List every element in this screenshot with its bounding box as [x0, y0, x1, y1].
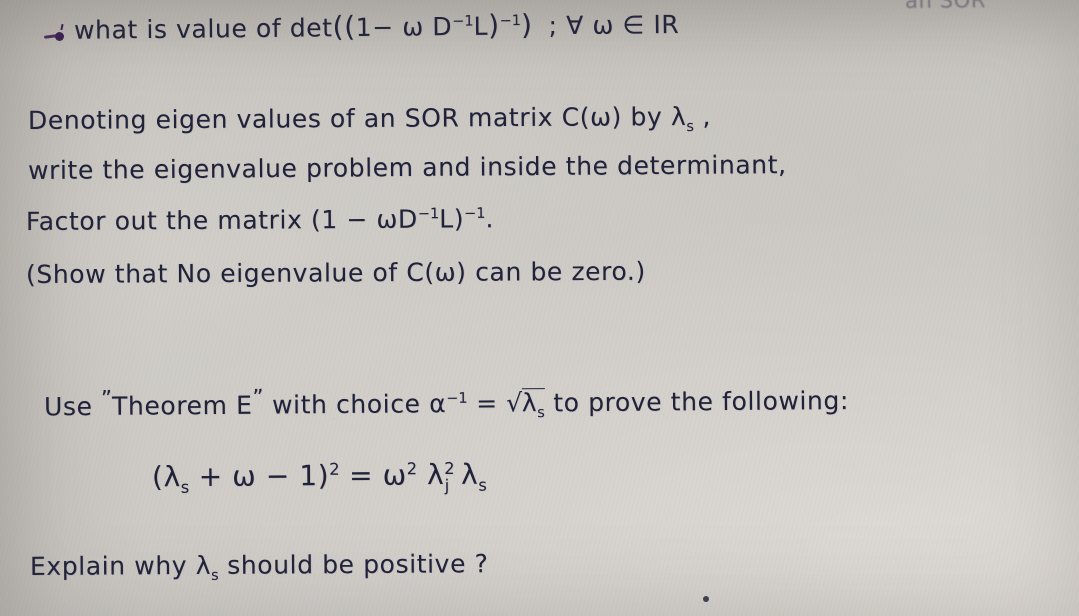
- question-close-paren: ): [487, 8, 500, 42]
- sqrt-lambda: λ: [521, 388, 538, 418]
- question-inner-exponent: −1: [452, 13, 474, 30]
- equation-rhs-lambda-j: λ: [426, 458, 445, 492]
- question-open-parens: ((: [332, 10, 356, 44]
- explain-prefix-text: Explain why λ: [29, 550, 212, 581]
- equation-lhs-open: (λ: [151, 460, 181, 494]
- denoting-trailing-comma: ,: [693, 101, 712, 131]
- equation-rhs-lambda-j-subscript: j: [444, 475, 450, 495]
- equation-rhs-omega: ω: [382, 458, 407, 492]
- equation-lhs-middle: + ω − 1): [189, 459, 330, 494]
- sqrt-lambda-subscript: s: [537, 405, 545, 422]
- quote-close-glyph: ”: [252, 385, 264, 411]
- question-quantifier: ; ∀ ω ∈ IR: [548, 9, 680, 41]
- denoting-text: Denoting eigen values of an SOR matrix C…: [27, 101, 687, 135]
- question-inner-matrix-l: L: [473, 11, 489, 41]
- use-equals-sign: =: [467, 388, 507, 419]
- line-equation-to-prove: (λs + ω − 1)2 = ω2 λ2j λs: [151, 458, 487, 497]
- use-prefix-text: Use: [43, 391, 102, 422]
- sqrt-overbar: λs: [521, 388, 545, 422]
- denoting-lambda-subscript: s: [686, 118, 694, 135]
- stray-ink-dot: [703, 596, 709, 602]
- question-inner-expression: 1− ω D: [355, 12, 453, 43]
- factor-trailing-period: .: [485, 204, 495, 234]
- factor-exponent-inner: −1: [417, 206, 440, 223]
- square-root-group: √λs: [506, 388, 545, 421]
- question-end-paren: ): [520, 8, 533, 42]
- line-question-determinant: what is value of det((1− ω D−1L)−1); ∀ ω…: [44, 8, 680, 45]
- equation-rhs-lambda-s-subscript: s: [478, 475, 487, 495]
- cropped-header-text: an SOR: [904, 0, 987, 13]
- equation-lhs-lambda-subscript: s: [180, 477, 190, 497]
- sqrt-radical-icon: √: [506, 388, 523, 418]
- line-show-no-zero-eigenvalue: (Show that No eigenvalue of C(ω) can be …: [25, 256, 646, 289]
- equation-rhs-lambda-s: λ: [460, 458, 479, 492]
- equation-equals-sign: =: [339, 458, 383, 493]
- use-tail-text: to prove the following:: [544, 386, 850, 418]
- line-denoting-eigenvalues: Denoting eigen values of an SOR matrix C…: [27, 101, 712, 139]
- question-prefix-text: what is value of det: [73, 13, 333, 45]
- handwritten-note-page: an SOR what is value of det((1− ω D−1L)−…: [0, 0, 1079, 616]
- factor-exponent-outer: −1: [464, 205, 486, 222]
- factor-prefix-text: Factor out the matrix (1 − ωD: [25, 204, 418, 236]
- explain-lambda-subscript: s: [211, 567, 219, 584]
- paper-grain-texture: [0, 0, 1079, 616]
- line-write-eigenvalue-problem: write the eigenvalue problem and inside …: [27, 150, 787, 185]
- quote-open-glyph: ”: [100, 386, 113, 412]
- line-explain-positivity: Explain why λs should be positive ?: [29, 549, 489, 584]
- question-outer-exponent: −1: [499, 13, 522, 30]
- line-factor-out-matrix: Factor out the matrix (1 − ωD−1L)−1.: [25, 204, 495, 236]
- theorem-e-label: Theorem E: [111, 390, 253, 421]
- equation-lhs-exponent: 2: [329, 459, 340, 479]
- factor-middle-text: L): [439, 204, 465, 234]
- line-use-theorem-e: Use ”Theorem E” with choice α−1 = √λs to…: [44, 383, 849, 425]
- equation-rhs-omega-exponent: 2: [406, 459, 418, 479]
- explain-tail-text: should be positive ?: [218, 549, 489, 580]
- alpha-exponent: −1: [446, 390, 468, 407]
- use-middle-text: with choice α: [263, 389, 447, 420]
